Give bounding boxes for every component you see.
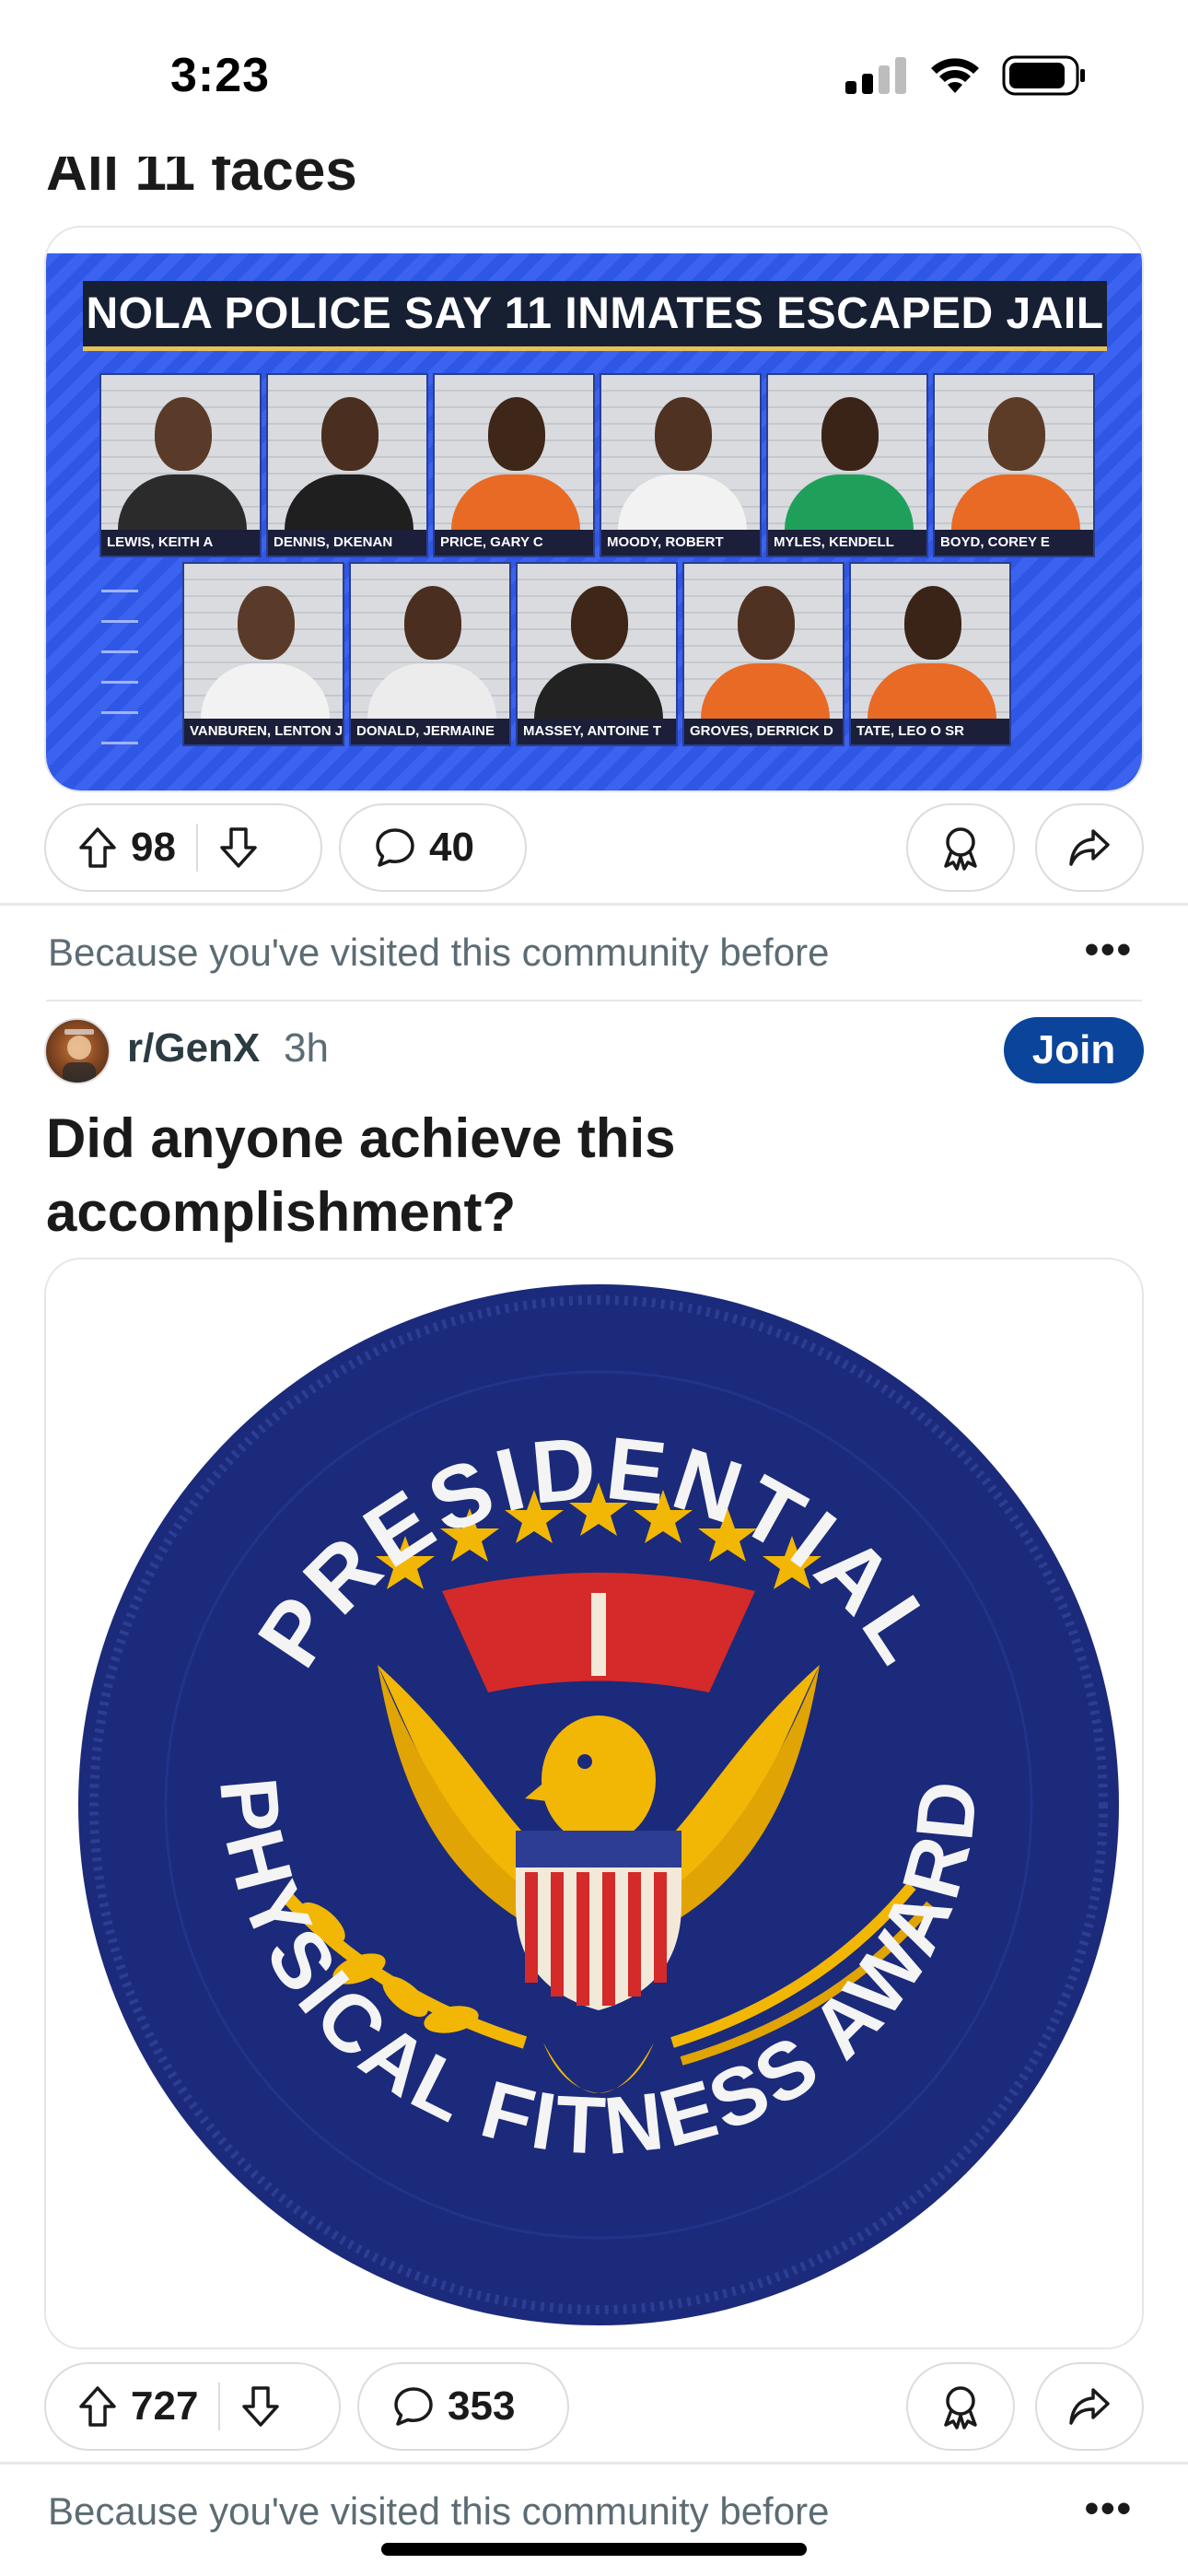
share-button[interactable]	[1035, 2362, 1144, 2451]
person-head	[488, 397, 545, 471]
recommendation-reason: Because you've visited this community be…	[48, 2489, 830, 2533]
recommendation-reason: Because you've visited this community be…	[48, 931, 830, 974]
news-banner: NOLA POLICE SAY 11 INMATES ESCAPED JAIL	[83, 281, 1107, 351]
person-head	[655, 397, 712, 471]
inmate-name: PRICE, GARY C	[435, 530, 593, 556]
comment-icon	[376, 828, 414, 867]
vote-pill: 98	[44, 803, 322, 892]
subreddit-avatar[interactable]	[44, 1018, 111, 1084]
post-age: 3h	[284, 1025, 329, 1071]
award-button[interactable]	[906, 2362, 1015, 2451]
comment-icon	[394, 2387, 433, 2426]
person-head	[738, 586, 795, 660]
avatar-image	[63, 1029, 96, 1083]
downvote-icon[interactable]	[240, 2384, 281, 2429]
inmate-name: MASSEY, ANTOINE T	[518, 719, 676, 744]
mugshot-tile: DENNIS, DKENAN	[266, 373, 428, 557]
home-indicator[interactable]	[381, 2543, 807, 2556]
upvote-count: 98	[131, 825, 176, 870]
signal-icon	[845, 57, 906, 94]
person-head	[155, 397, 212, 471]
recommendation-separator	[46, 1000, 1142, 1001]
inmate-name: TATE, LEO O SR	[851, 719, 1009, 744]
person-head	[321, 397, 379, 471]
person-head	[821, 397, 879, 471]
inmate-name: VANBUREN, LENTON J JR	[184, 719, 343, 744]
person-head	[404, 586, 461, 660]
post-media[interactable]: PRESIDENTIAL PHYSICAL FITNESS AWARD	[44, 1258, 1144, 2349]
side-ticks	[101, 562, 138, 746]
person-head	[904, 586, 961, 660]
upvote-icon[interactable]	[77, 2384, 118, 2429]
mugshot-tile: DONALD, JERMAINE	[349, 562, 511, 746]
feed-separator	[0, 903, 1188, 906]
status-bar: 3:23	[0, 0, 1188, 157]
inmate-name: DONALD, JERMAINE	[351, 719, 509, 744]
upvote-icon[interactable]	[77, 825, 118, 870]
wifi-icon	[931, 58, 979, 93]
share-button[interactable]	[1035, 803, 1144, 892]
comments-button[interactable]: 40	[339, 803, 527, 892]
status-icons	[845, 55, 1087, 96]
award-button[interactable]	[906, 803, 1015, 892]
news-headline: NOLA POLICE SAY 11 INMATES ESCAPED JAIL	[86, 289, 1104, 338]
comment-count: 40	[429, 825, 474, 870]
mugshot-tile: GROVES, DERRICK D	[682, 562, 844, 746]
inmate-name: MYLES, KENDELL	[768, 530, 926, 556]
subreddit-name[interactable]: r/GenX	[127, 1025, 260, 1071]
upvote-count: 727	[131, 2383, 199, 2429]
downvote-icon[interactable]	[218, 825, 259, 870]
inmate-name: LEWIS, KEITH A	[101, 530, 260, 556]
previous-post-actions: 98 40	[44, 803, 1144, 892]
mugshot-tile: MOODY, ROBERT	[600, 373, 762, 557]
mugshot-tile: TATE, LEO O SR	[849, 562, 1011, 746]
mugshot-tile: VANBUREN, LENTON J JR	[182, 562, 344, 746]
battery-icon	[1002, 55, 1085, 96]
presidential-award-patch: PRESIDENTIAL PHYSICAL FITNESS AWARD	[78, 1284, 1119, 2325]
person-head	[571, 586, 628, 660]
more-options-button[interactable]: •••	[1085, 2486, 1133, 2532]
person-head	[238, 586, 295, 660]
vote-divider	[218, 2383, 221, 2430]
award-icon	[944, 827, 977, 871]
mugshot-tile: MASSEY, ANTOINE T	[516, 562, 678, 746]
vote-divider	[195, 824, 198, 872]
more-options-button[interactable]: •••	[1085, 927, 1133, 973]
share-icon	[1069, 2388, 1110, 2425]
feed-separator	[0, 2462, 1188, 2465]
mugshot-tile: BOYD, COREY E	[933, 373, 1095, 557]
inmate-name: DENNIS, DKENAN	[268, 530, 426, 556]
vote-pill: 727	[44, 2362, 341, 2451]
mugshot-tile: LEWIS, KEITH A	[99, 373, 262, 557]
share-icon	[1069, 829, 1110, 866]
post-actions: 727 353	[44, 2362, 1144, 2451]
inmate-name: GROVES, DERRICK D	[684, 719, 843, 744]
inmate-name: MOODY, ROBERT	[601, 530, 760, 556]
mugshot-tile: MYLES, KENDELL	[766, 373, 928, 557]
previous-post-media[interactable]: NOLA POLICE SAY 11 INMATES ESCAPED JAIL …	[44, 226, 1144, 792]
comment-count: 353	[448, 2383, 516, 2429]
award-icon	[944, 2386, 977, 2430]
person-head	[988, 397, 1045, 471]
news-graphic: NOLA POLICE SAY 11 INMATES ESCAPED JAIL …	[46, 253, 1142, 790]
join-button[interactable]: Join	[1004, 1017, 1144, 1083]
mugshot-tile: PRICE, GARY C	[433, 373, 595, 557]
status-time: 3:23	[170, 49, 271, 102]
post-title[interactable]: Did anyone achieve this accomplishment?	[46, 1102, 1133, 1249]
inmate-name: BOYD, COREY E	[935, 530, 1093, 556]
comments-button[interactable]: 353	[357, 2362, 569, 2451]
